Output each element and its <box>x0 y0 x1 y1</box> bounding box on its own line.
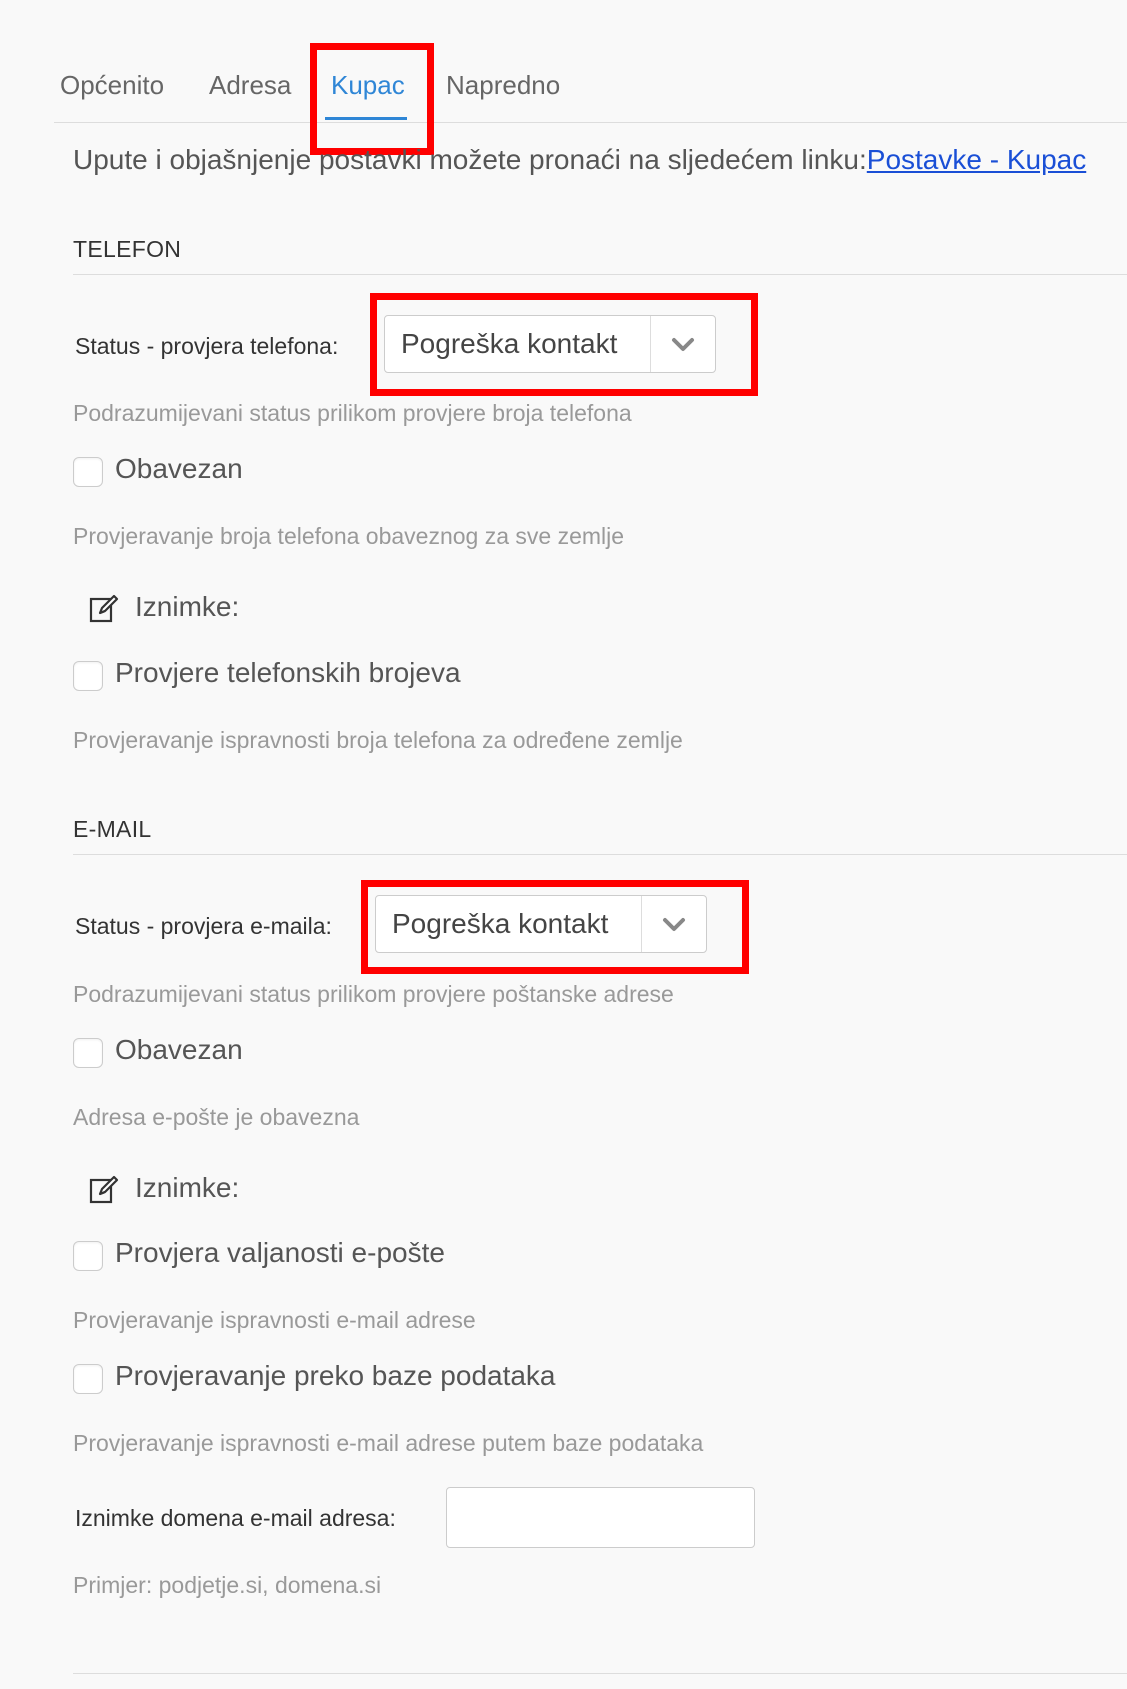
email-status-value: Pogreška kontakt <box>392 908 609 939</box>
email-exceptions-label: Iznimke: <box>135 1172 240 1203</box>
email-db-check-help: Provjeravanje ispravnosti e-mail adrese … <box>73 1430 704 1456</box>
intro-text: Upute i objašnjenje postavki možete pron… <box>73 144 1086 176</box>
phone-check-numbers-help: Provjeravanje ispravnosti broja telefona… <box>73 727 683 753</box>
email-required-label[interactable]: Obavezan <box>115 1034 243 1066</box>
phone-check-numbers-label[interactable]: Provjere telefonskih brojeva <box>115 657 461 689</box>
section-title-phone: TELEFON <box>73 236 182 262</box>
settings-help-link[interactable]: Postavke - Kupac <box>867 144 1086 175</box>
email-domain-exceptions-help: Primjer: podjetje.si, domena.si <box>73 1572 382 1598</box>
email-domain-exceptions-input[interactable] <box>446 1487 755 1548</box>
phone-status-help: Podrazumijevani status prilikom provjere… <box>73 400 632 426</box>
chevron-down-icon <box>663 918 685 931</box>
email-validity-checkbox[interactable] <box>73 1241 103 1271</box>
tab-address[interactable]: Adresa <box>209 70 291 101</box>
email-status-label: Status - provjera e-maila: <box>75 913 332 939</box>
phone-required-checkbox[interactable] <box>73 457 103 487</box>
select-divider <box>650 316 651 372</box>
section-divider <box>73 854 1127 855</box>
tab-customer[interactable]: Kupac <box>331 70 405 101</box>
phone-status-value: Pogreška kontakt <box>401 328 618 359</box>
section-title-email: E-MAIL <box>73 816 152 842</box>
email-validity-label[interactable]: Provjera valjanosti e-pošte <box>115 1237 445 1269</box>
phone-required-label[interactable]: Obavezan <box>115 453 243 485</box>
phone-status-select[interactable]: Pogreška kontakt <box>384 315 716 373</box>
chevron-down-icon <box>672 338 694 351</box>
email-domain-exceptions-label: Iznimke domena e-mail adresa: <box>75 1505 396 1531</box>
active-tab-indicator <box>325 117 407 120</box>
phone-exceptions-label: Iznimke: <box>135 591 240 622</box>
email-required-checkbox[interactable] <box>73 1038 103 1068</box>
settings-page: Općenito Adresa Kupac Napredno Upute i o… <box>0 0 1127 1689</box>
phone-status-label: Status - provjera telefona: <box>75 333 339 359</box>
email-db-check-checkbox[interactable] <box>73 1364 103 1394</box>
select-divider <box>641 896 642 952</box>
email-status-select[interactable]: Pogreška kontakt <box>375 895 707 953</box>
email-status-help: Podrazumijevani status prilikom provjere… <box>73 981 674 1007</box>
email-required-help: Adresa e-pošte je obavezna <box>73 1104 360 1130</box>
tab-general[interactable]: Općenito <box>60 70 164 101</box>
tab-bar: Općenito Adresa Kupac Napredno <box>54 50 1127 123</box>
email-db-check-label[interactable]: Provjeravanje preko baze podataka <box>115 1360 556 1392</box>
edit-icon[interactable] <box>89 1175 119 1205</box>
phone-check-numbers-checkbox[interactable] <box>73 661 103 691</box>
edit-icon[interactable] <box>89 594 119 624</box>
bottom-divider <box>73 1673 1127 1674</box>
section-divider <box>73 274 1127 275</box>
phone-required-help: Provjeravanje broja telefona obaveznog z… <box>73 523 625 549</box>
email-validity-help: Provjeravanje ispravnosti e-mail adrese <box>73 1307 476 1333</box>
intro-text-body: Upute i objašnjenje postavki možete pron… <box>73 144 867 175</box>
tab-advanced[interactable]: Napredno <box>446 70 560 101</box>
